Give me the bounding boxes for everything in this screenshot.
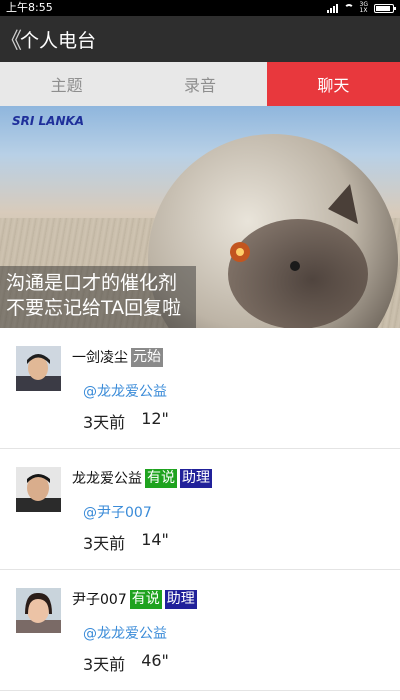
avatar-image (16, 588, 61, 633)
post-time: 3天前 (83, 655, 126, 674)
battery-icon (374, 3, 396, 13)
audio-duration[interactable]: 46" (141, 651, 169, 675)
back-button[interactable]: 《 (0, 16, 23, 62)
status-bar: 上午8:55 3G 1X (0, 0, 400, 16)
audio-duration[interactable]: 12" (141, 409, 169, 433)
network-type-label: 3G 1X (359, 1, 368, 14)
avatar-image (16, 467, 61, 512)
wifi-icon (343, 4, 354, 12)
signal-icon (326, 3, 338, 13)
list-item[interactable]: 龙龙爱公益 有说 助理 @尹子007 3天前 14" (0, 449, 400, 570)
banner-caption: 沟通是口才的催化剂 不要忘记给TA回复啦 (0, 266, 196, 328)
list-item[interactable]: 尹子007 有说 助理 @龙龙爱公益 3天前 46" (0, 570, 400, 691)
post-time: 3天前 (83, 413, 126, 432)
tab-topics[interactable]: 主题 (0, 62, 133, 106)
mention-link[interactable]: @龙龙爱公益 (83, 381, 167, 401)
avatar[interactable] (16, 467, 61, 512)
role-badge: 元始 (131, 347, 163, 367)
post-meta: 3天前 12" (83, 409, 169, 433)
tab-recordings[interactable]: 录音 (133, 62, 266, 106)
role-badge: 有说 (145, 468, 177, 488)
post-header: 尹子007 有说 助理 (72, 589, 197, 609)
post-meta: 3天前 46" (83, 651, 169, 675)
avatar-image (16, 346, 61, 391)
post-list: 一剑凌尘 元始 @龙龙爱公益 3天前 12" 龙龙爱公益 有说 助理 @尹子00… (0, 328, 400, 691)
role-badge: 有说 (129, 589, 162, 609)
username[interactable]: 龙龙爱公益 (72, 468, 142, 488)
page-title: 个人电台 (20, 29, 97, 52)
mention-link[interactable]: @尹子007 (83, 502, 152, 522)
banner-image: SRI LANKA 沟通是口才的催化剂 不要忘记给TA回复啦 (0, 106, 400, 328)
username[interactable]: 一剑凌尘 (72, 347, 128, 367)
avatar[interactable] (16, 588, 61, 633)
post-header: 一剑凌尘 元始 (72, 347, 163, 367)
role-badge: 助理 (180, 468, 212, 488)
post-time: 3天前 (83, 534, 126, 553)
banner-caption-line1: 沟通是口才的催化剂 (6, 272, 178, 294)
username[interactable]: 尹子007 (72, 589, 127, 609)
status-icons: 3G 1X (326, 0, 396, 16)
list-item[interactable]: 一剑凌尘 元始 @龙龙爱公益 3天前 12" (0, 328, 400, 449)
avatar[interactable] (16, 346, 61, 391)
banner-caption-line2: 不要忘记给TA回复啦 (6, 297, 182, 319)
status-time: 上午8:55 (6, 1, 53, 14)
post-meta: 3天前 14" (83, 530, 169, 554)
audio-duration[interactable]: 14" (141, 530, 169, 554)
post-header: 龙龙爱公益 有说 助理 (72, 468, 212, 488)
title-bar: 《 个人电台 (0, 16, 400, 62)
back-arrow-icon: 《 (0, 29, 23, 54)
tab-bar: 主题 录音 聊天 (0, 62, 400, 106)
banner-brand: SRI LANKA (12, 114, 85, 128)
role-badge: 助理 (164, 589, 197, 609)
mention-link[interactable]: @龙龙爱公益 (83, 623, 167, 643)
tab-chat[interactable]: 聊天 (266, 62, 400, 106)
